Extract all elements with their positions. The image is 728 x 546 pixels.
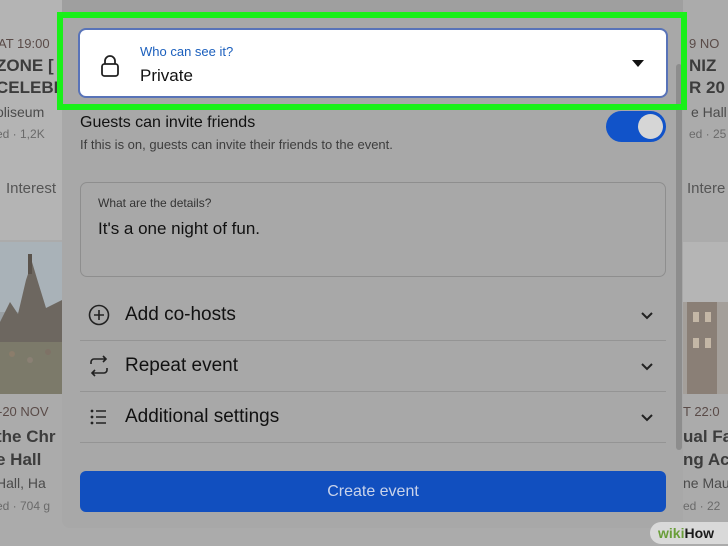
details-value: It's a one night of fun.	[98, 219, 261, 238]
bg-title: ual Fa	[683, 427, 728, 446]
background-column-right: 9 NO NIZ R 20 e Hall ed · 25 Intere T 22…	[613, 0, 728, 546]
bg-date: AT 19:00	[0, 36, 50, 51]
toggle-knob	[638, 114, 663, 139]
bg-date: 9 NO	[689, 36, 720, 51]
bg-title: ng Ac	[683, 450, 728, 469]
bg-venue: Hall, Ha	[0, 475, 46, 491]
additional-settings-row[interactable]: Additional settings	[80, 393, 666, 443]
create-event-button[interactable]: Create event	[80, 471, 666, 512]
add-co-hosts-row[interactable]: Add co-hosts	[80, 291, 666, 341]
background-column-left: AT 19:00 ZONE [ CELEBR oliseum ed · 1,2K…	[0, 0, 66, 546]
chevron-down-icon	[640, 309, 654, 323]
bg-stats: ed · 704 g	[0, 499, 51, 513]
bg-interest-button: Intere	[687, 180, 726, 197]
modal-top-edge	[62, 0, 683, 12]
guests-invite-title: Guests can invite friends	[80, 114, 256, 131]
repeat-icon	[88, 355, 110, 377]
bg-title: ZONE [	[0, 56, 54, 75]
chevron-down-icon	[640, 411, 654, 425]
modal-scrollbar[interactable]	[676, 64, 682, 450]
additional-settings-label: Additional settings	[125, 406, 280, 427]
bg-venue: oliseum	[0, 104, 45, 120]
bg-title: NIZ	[689, 56, 717, 75]
bg-title: the Chr	[0, 427, 56, 446]
highlight-box	[57, 12, 687, 110]
watermark-how: How	[684, 525, 715, 541]
repeat-event-label: Repeat event	[125, 355, 239, 376]
bg-event-photo	[0, 242, 62, 394]
wikihow-watermark: wikiHow	[650, 522, 728, 544]
list-icon	[88, 406, 110, 428]
bg-title: R 20	[689, 78, 725, 97]
plus-circle-icon	[88, 304, 110, 326]
bg-date: T 22:0	[683, 404, 720, 419]
guests-invite-description: If this is on, guests can invite their f…	[80, 137, 393, 152]
bg-stats: ed · 1,2K	[0, 127, 45, 141]
repeat-event-row[interactable]: Repeat event	[80, 342, 666, 392]
watermark-wiki: wiki	[658, 525, 685, 541]
bg-event-photo	[683, 242, 728, 394]
bg-stats: ed · 25	[689, 127, 727, 141]
bg-stats: ed · 22	[683, 499, 721, 513]
bg-interest-button: Interest	[6, 180, 57, 197]
guests-invite-toggle[interactable]	[606, 111, 666, 142]
bg-title: e Hall	[0, 450, 42, 469]
add-co-hosts-label: Add co-hosts	[125, 304, 236, 325]
bg-venue: ne Mau	[683, 475, 728, 491]
bg-venue: e Hall	[691, 104, 727, 120]
details-textarea[interactable]: What are the details? It's a one night o…	[80, 182, 666, 277]
chevron-down-icon	[640, 360, 654, 374]
bg-date: -20 NOV	[0, 404, 49, 419]
details-label: What are the details?	[98, 196, 212, 210]
